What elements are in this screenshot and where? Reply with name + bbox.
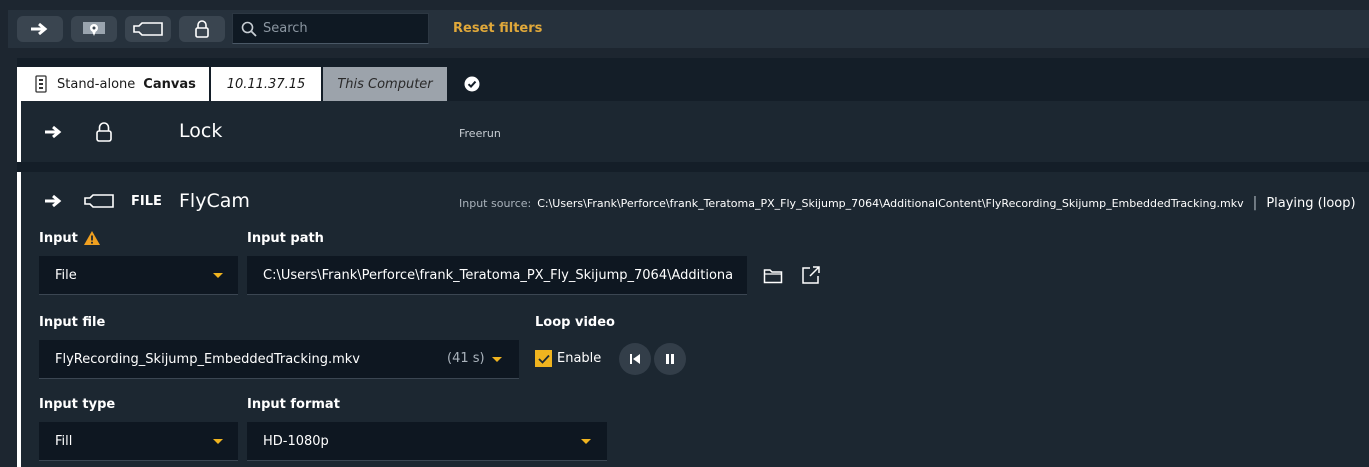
chevron-down-icon xyxy=(213,439,223,444)
camera-location-icon xyxy=(83,22,105,36)
open-external-button[interactable] xyxy=(799,264,823,286)
camera-icon xyxy=(133,22,163,36)
open-external-icon xyxy=(802,266,820,284)
playback-status: Playing (loop) xyxy=(1266,195,1356,211)
input-format-label: Input format xyxy=(247,397,340,412)
reset-filters-link[interactable]: Reset filters xyxy=(453,21,542,36)
lock-row-status: Freerun xyxy=(459,127,501,140)
chevron-down-icon xyxy=(581,439,591,444)
input-path-label: Input path xyxy=(247,231,324,246)
status-check xyxy=(457,67,487,101)
tab-canvas[interactable]: Stand-alone Canvas xyxy=(17,67,209,101)
input-source-label: Input source: xyxy=(459,196,532,210)
pause-button[interactable] xyxy=(654,343,686,375)
filter-camera-location-button[interactable] xyxy=(71,16,117,42)
camera-icon xyxy=(84,194,114,208)
folder-icon xyxy=(763,269,783,284)
tab-canvas-name: Canvas xyxy=(143,76,196,92)
input-format-select[interactable]: HD-1080p xyxy=(247,422,607,461)
file-type-badge: FILE xyxy=(131,194,162,209)
input-path-value: C:\Users\Frank\Perforce\frank_Teratoma_P… xyxy=(263,267,734,283)
loop-enable-label: Enable xyxy=(557,351,602,366)
chevron-down-icon xyxy=(213,273,223,278)
input-label: Input xyxy=(39,231,78,246)
lock-row[interactable]: Lock Freerun xyxy=(21,101,1369,162)
search-icon xyxy=(241,21,257,37)
input-file-label: Input file xyxy=(39,315,106,330)
lock-row-title: Lock xyxy=(179,120,223,142)
search-box[interactable] xyxy=(232,13,429,44)
source-separator: | xyxy=(1252,195,1258,211)
search-input[interactable] xyxy=(263,21,423,36)
input-type-select[interactable]: Fill xyxy=(39,422,238,461)
skip-back-icon xyxy=(630,354,640,364)
input-file-duration: (41 s) xyxy=(447,351,485,366)
input-type-value: Fill xyxy=(55,433,73,449)
input-select[interactable]: File xyxy=(39,256,238,295)
input-source-path: C:\Users\Frank\Perforce\frank_Teratoma_P… xyxy=(537,196,1244,210)
arrow-right-icon xyxy=(31,22,48,36)
file-section: FILE FlyCam Input source: C:\Users\Frank… xyxy=(21,172,1369,467)
tab-computer-label: This Computer xyxy=(337,76,433,92)
skip-back-button[interactable] xyxy=(619,343,651,375)
panel-tabs: Stand-alone Canvas 10.11.37.15 This Comp… xyxy=(17,67,487,101)
filter-arrow-button[interactable] xyxy=(17,16,63,42)
input-select-value: File xyxy=(55,267,77,283)
check-circle-icon xyxy=(464,76,480,92)
toolbar: Reset filters xyxy=(0,0,1369,52)
tab-ip-label: 10.11.37.15 xyxy=(226,76,306,92)
tab-this-computer[interactable]: This Computer xyxy=(323,67,447,101)
loop-enable-checkbox[interactable] xyxy=(535,350,552,367)
chevron-down-icon xyxy=(492,357,502,362)
warning-icon xyxy=(84,231,100,245)
tab-ip-address[interactable]: 10.11.37.15 xyxy=(211,67,321,101)
input-type-label: Input type xyxy=(39,397,116,412)
lock-icon xyxy=(96,122,112,142)
lock-icon xyxy=(195,20,209,38)
pause-icon xyxy=(666,354,674,364)
check-icon xyxy=(537,354,550,364)
browse-folder-button[interactable] xyxy=(761,266,785,286)
file-section-title: FlyCam xyxy=(179,190,250,212)
arrow-right-icon xyxy=(45,194,62,208)
input-path-field[interactable]: C:\Users\Frank\Perforce\frank_Teratoma_P… xyxy=(247,256,747,295)
loop-video-label: Loop video xyxy=(535,315,615,330)
tab-canvas-prefix: Stand-alone xyxy=(57,76,136,92)
canvas-icon xyxy=(35,75,47,93)
arrow-right-icon xyxy=(45,125,62,139)
filter-lock-button[interactable] xyxy=(179,16,225,42)
input-format-value: HD-1080p xyxy=(263,433,329,449)
input-file-select[interactable]: FlyRecording_Skijump_EmbeddedTracking.mk… xyxy=(39,340,519,379)
input-source-info: Input source: C:\Users\Frank\Perforce\fr… xyxy=(459,195,1356,211)
canvas-panel: Stand-alone Canvas 10.11.37.15 This Comp… xyxy=(17,58,1369,467)
input-file-value: FlyRecording_Skijump_EmbeddedTracking.mk… xyxy=(55,351,360,367)
filter-camera-button[interactable] xyxy=(125,16,171,42)
